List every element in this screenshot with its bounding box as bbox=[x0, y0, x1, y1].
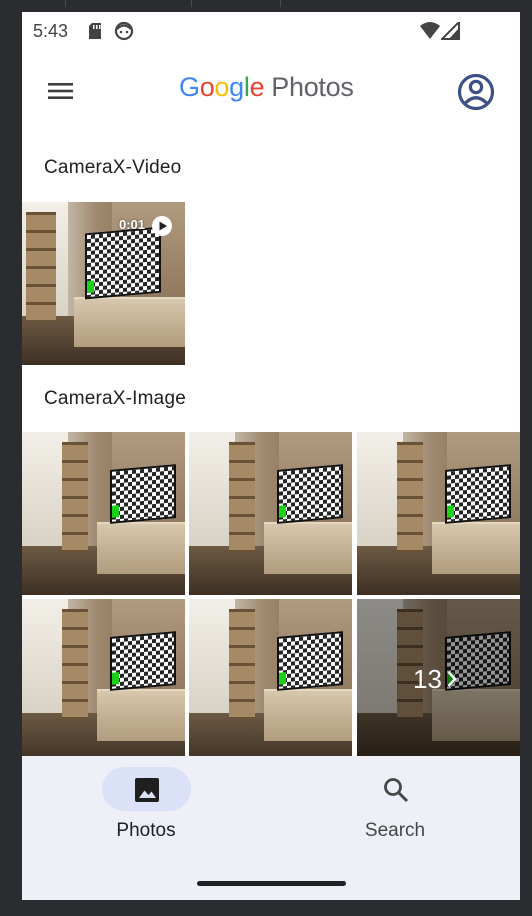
app-logo: Google Photos bbox=[179, 72, 354, 102]
status-bar: 5:43 bbox=[22, 12, 520, 50]
account-circle-icon bbox=[457, 73, 495, 111]
play-icon bbox=[152, 216, 172, 236]
signal-icon bbox=[441, 22, 460, 40]
video-thumbnail[interactable]: 0:01 bbox=[22, 202, 185, 365]
image-thumbnail[interactable] bbox=[189, 432, 352, 595]
app-bar: Google Photos bbox=[22, 62, 520, 122]
phone-screen: 5:43 Google Photos CameraX-Video 0:01 Ca… bbox=[22, 12, 520, 900]
status-time: 5:43 bbox=[33, 21, 69, 41]
more-photos-thumbnail[interactable]: 13 bbox=[357, 599, 520, 762]
face-icon bbox=[114, 21, 134, 41]
more-photos-count: 13 bbox=[413, 664, 442, 694]
logo-product-name: Photos bbox=[271, 72, 354, 102]
host-window-strip bbox=[0, 0, 532, 12]
nav-label-search: Search bbox=[364, 820, 426, 841]
section-title-camerax-image: CameraX-Image bbox=[44, 388, 186, 409]
wifi-icon bbox=[420, 22, 440, 39]
video-duration: 0:01 bbox=[119, 217, 146, 232]
section-title-camerax-video: CameraX-Video bbox=[44, 157, 182, 178]
gesture-home-bar[interactable] bbox=[197, 881, 346, 886]
menu-icon bbox=[48, 83, 73, 99]
image-thumbnail[interactable] bbox=[189, 599, 352, 762]
image-thumbnail[interactable] bbox=[22, 432, 185, 595]
nav-label-photos: Photos bbox=[116, 820, 176, 841]
nav-item-search[interactable]: Search bbox=[305, 756, 485, 866]
account-button[interactable] bbox=[456, 72, 496, 112]
search-icon bbox=[384, 778, 409, 803]
nav-item-photos[interactable]: Photos bbox=[56, 756, 236, 866]
menu-button[interactable] bbox=[40, 76, 80, 106]
bottom-navigation: Photos Search bbox=[22, 756, 520, 900]
sd-card-icon bbox=[89, 23, 101, 39]
image-thumbnail[interactable] bbox=[357, 432, 520, 595]
photo-icon bbox=[135, 778, 159, 802]
chevron-right-icon bbox=[447, 671, 457, 687]
image-thumbnail[interactable] bbox=[22, 599, 185, 762]
